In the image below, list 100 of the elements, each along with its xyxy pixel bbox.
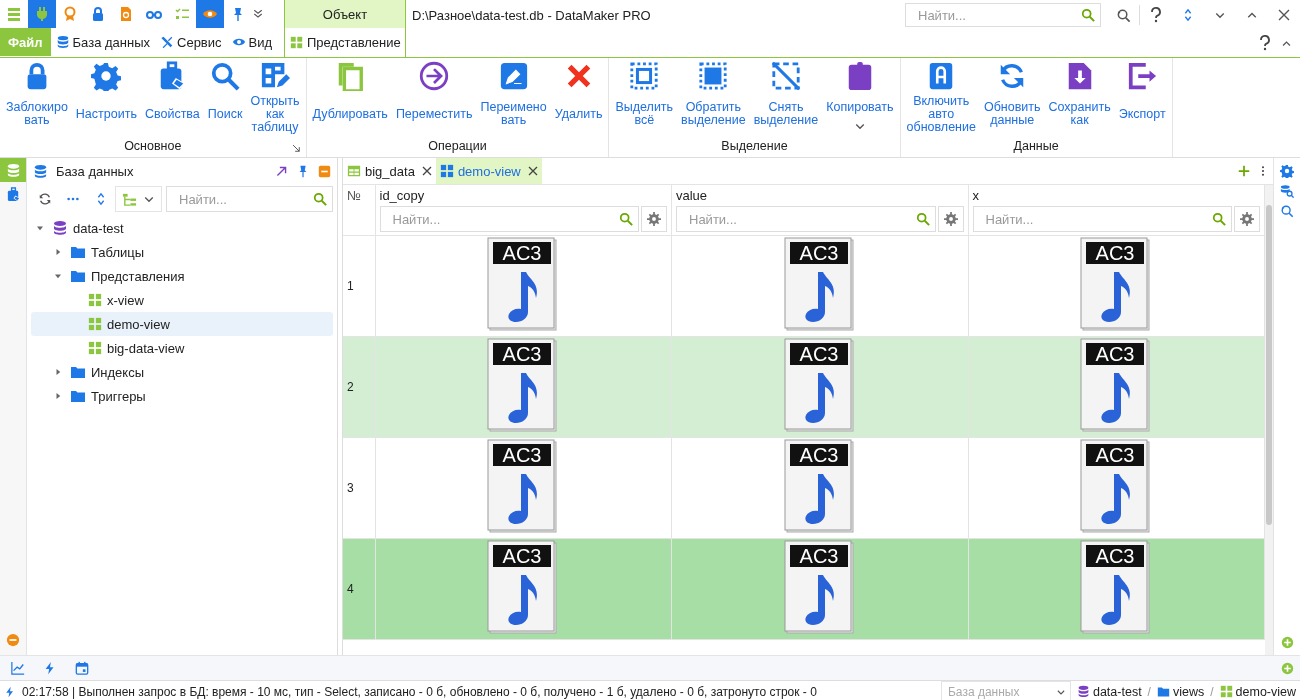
add-icon bbox=[1281, 661, 1294, 675]
folder-icon bbox=[70, 244, 86, 260]
search-field[interactable]: Найти... bbox=[166, 186, 333, 212]
tree-item[interactable]: x-view bbox=[31, 288, 333, 312]
ribbon-button[interactable]: Поиск bbox=[203, 58, 247, 136]
menu-tab[interactable]: Сервис bbox=[155, 28, 227, 56]
collapse-icon bbox=[6, 633, 20, 647]
ribbon-button[interactable]: Открыть как таблицу bbox=[246, 58, 304, 136]
search-refresh-icon bbox=[1280, 204, 1294, 218]
grid-icon bbox=[88, 317, 102, 331]
grid-icon bbox=[290, 35, 303, 49]
toolbar-button[interactable] bbox=[28, 0, 56, 28]
table-icon bbox=[347, 164, 361, 178]
document-tab[interactable]: demo-view bbox=[435, 158, 542, 184]
breadcrumb-item[interactable]: demo-view bbox=[1235, 684, 1296, 699]
file-type-label: AC3 bbox=[502, 545, 542, 567]
window-title: D:\Разное\data-test.db - DataMaker PRO bbox=[412, 7, 652, 23]
row-number: 3 bbox=[347, 481, 354, 495]
checklist-icon bbox=[174, 6, 190, 22]
ribbon-button[interactable]: Удалить bbox=[550, 58, 607, 136]
folder-icon bbox=[70, 268, 86, 284]
tree-item[interactable]: Таблицы bbox=[31, 240, 333, 264]
view-mode-dropdown[interactable] bbox=[115, 186, 162, 212]
status-message: 02:17:58 | Выполнен запрос в БД: время - 10 мс, тип - Select, записано - 0 б, обновлено - 0 б, получено - 1 б, удалено - 0 б, затронуто строк - 0 bbox=[22, 684, 818, 699]
badge-icon bbox=[62, 6, 78, 22]
grid-icon bbox=[1219, 685, 1233, 698]
hierarchy-icon bbox=[122, 191, 137, 207]
column-header: № bbox=[346, 187, 362, 205]
filter-settings-button[interactable] bbox=[641, 206, 667, 232]
tree-item[interactable]: big-data-view bbox=[31, 336, 333, 360]
tree-item[interactable]: Индексы bbox=[31, 360, 333, 384]
database-icon bbox=[1076, 685, 1090, 698]
group-title: Операции bbox=[428, 139, 487, 153]
column-header[interactable]: id_copy bbox=[375, 185, 671, 206]
close-icon[interactable] bbox=[421, 166, 432, 176]
ribbon-button[interactable]: Заблокиро вать bbox=[2, 58, 72, 136]
ribbon-button[interactable]: Включить авто обновление bbox=[902, 58, 980, 136]
filter-settings-button[interactable] bbox=[937, 206, 964, 232]
file-type-label: AC3 bbox=[1095, 444, 1135, 466]
ribbon-button[interactable]: Переместить bbox=[391, 58, 477, 136]
filter-field[interactable]: Найти... bbox=[972, 206, 1232, 232]
calendar-icon bbox=[75, 661, 89, 675]
search-icon bbox=[313, 192, 327, 206]
group-title: Данные bbox=[1013, 139, 1059, 153]
menu-tab[interactable]: Вид bbox=[226, 28, 278, 56]
menu-tab[interactable]: База данных bbox=[50, 28, 155, 56]
ribbon-button[interactable]: Экспорт bbox=[1114, 58, 1170, 136]
move-icon bbox=[419, 61, 450, 91]
database-search-icon bbox=[1280, 184, 1294, 198]
panel-title: База данных bbox=[56, 163, 135, 179]
file-type-label: AC3 bbox=[799, 242, 839, 264]
minimize-icon bbox=[318, 164, 331, 178]
grid-icon bbox=[439, 164, 454, 178]
close-icon[interactable] bbox=[527, 166, 538, 176]
ribbon-button[interactable]: Снять выделение bbox=[749, 58, 823, 136]
row-number: 1 bbox=[347, 279, 354, 293]
row-number: 4 bbox=[347, 582, 354, 596]
filter-field[interactable]: Найти... bbox=[676, 206, 936, 232]
database-icon bbox=[52, 220, 68, 236]
search-icon bbox=[210, 61, 241, 91]
search-field[interactable]: Найти... bbox=[905, 3, 1101, 27]
bag-icon bbox=[5, 186, 21, 202]
side-tab[interactable] bbox=[0, 158, 26, 182]
ribbon-button[interactable]: Сохранить как bbox=[1044, 58, 1115, 136]
ribbon-button[interactable]: Обратить выделение bbox=[677, 58, 750, 136]
document-tab[interactable]: big_data bbox=[343, 158, 436, 184]
file-type-label: AC3 bbox=[799, 444, 839, 466]
folder-icon bbox=[70, 364, 86, 380]
tree-item[interactable]: data-test bbox=[31, 216, 333, 240]
tree-item[interactable]: Представления bbox=[31, 264, 333, 288]
group-title: Выделение bbox=[721, 139, 788, 153]
ribbon-button[interactable]: Выделить всё bbox=[611, 58, 678, 136]
rename-icon bbox=[498, 61, 529, 91]
database-icon bbox=[5, 162, 21, 178]
tree-item[interactable]: Триггеры bbox=[31, 384, 333, 408]
filter-settings-button[interactable] bbox=[1234, 206, 1260, 232]
database-field[interactable]: База данных bbox=[940, 681, 1071, 700]
filter-field[interactable]: Найти... bbox=[379, 206, 639, 232]
help-icon[interactable] bbox=[1259, 35, 1271, 51]
tree-item[interactable]: demo-view bbox=[31, 312, 333, 336]
ribbon-button[interactable]: Копировать bbox=[822, 58, 898, 136]
search-icon bbox=[1212, 212, 1226, 226]
column-header[interactable]: x bbox=[968, 185, 1264, 206]
file-type-label: AC3 bbox=[1095, 242, 1135, 264]
ribbon-button[interactable]: Обновить данные bbox=[979, 58, 1045, 136]
file-type-label: AC3 bbox=[1095, 545, 1135, 567]
row-number: 2 bbox=[347, 380, 354, 394]
settings-icon bbox=[647, 212, 661, 226]
deselect-icon bbox=[770, 61, 801, 91]
settings-icon bbox=[1280, 164, 1294, 178]
plug-icon bbox=[34, 6, 50, 22]
breadcrumb-item[interactable]: data-test bbox=[1092, 684, 1142, 699]
ribbon-button[interactable]: Свойства bbox=[140, 58, 204, 136]
toolbar-button[interactable] bbox=[196, 0, 224, 28]
ribbon-button[interactable]: Дублировать bbox=[308, 58, 392, 136]
column-header[interactable]: value bbox=[672, 185, 968, 206]
ribbon-button[interactable]: Настроить bbox=[71, 58, 141, 136]
database-icon bbox=[55, 35, 70, 49]
breadcrumb-item[interactable]: views bbox=[1172, 684, 1205, 699]
ribbon-button[interactable]: Переимено вать bbox=[476, 58, 551, 136]
